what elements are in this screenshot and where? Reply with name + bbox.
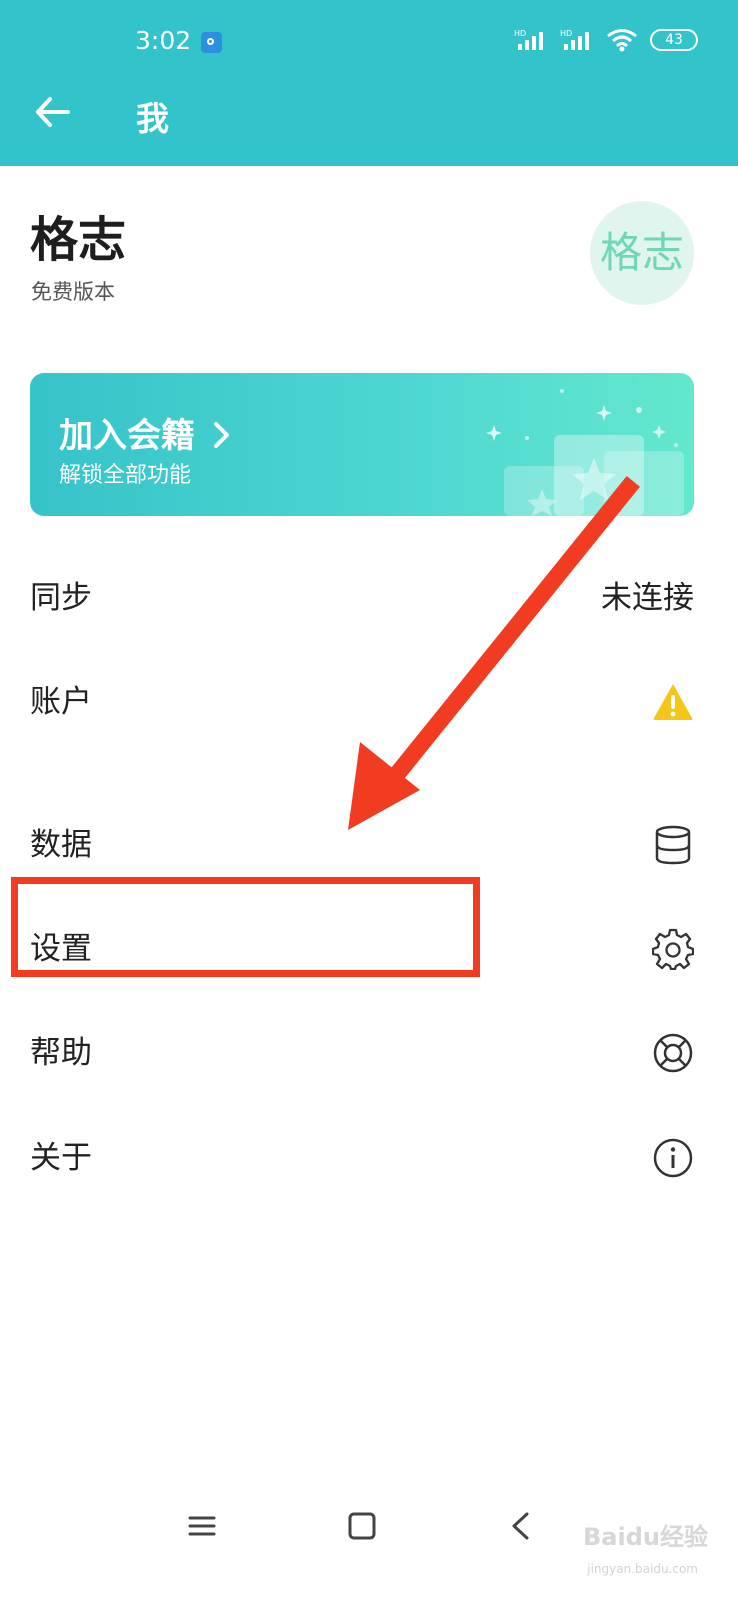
info-icon	[653, 1138, 693, 1178]
menu-item-help[interactable]: 帮助	[30, 1023, 694, 1083]
profile-plan: 免费版本	[31, 280, 115, 304]
watermark-url: jingyan.baidu.com	[587, 1562, 698, 1576]
sync-status: 未连接	[601, 580, 694, 616]
top-bar: 3:02 HD HD 43 我	[0, 0, 738, 166]
membership-title-text: 加入会籍	[59, 416, 195, 456]
gear-icon	[652, 928, 694, 970]
membership-title: 加入会籍	[59, 408, 233, 457]
annotation-highlight-box	[11, 877, 480, 977]
chevron-right-icon	[213, 422, 229, 448]
database-icon	[655, 825, 691, 865]
status-indicators: HD HD 43	[514, 28, 698, 52]
avatar[interactable]: 格志	[590, 201, 694, 305]
signal-hd-label: HD	[514, 29, 526, 38]
menu-item-label: 帮助	[30, 1035, 92, 1071]
profile-name: 格志	[30, 212, 127, 268]
signal-icon: HD	[560, 29, 589, 50]
lifebuoy-icon	[653, 1033, 693, 1073]
menu-item-label: 同步	[30, 580, 92, 616]
status-time: 3:02	[135, 26, 192, 55]
signal-icon: HD	[514, 29, 543, 50]
menu-item-about[interactable]: 关于	[30, 1128, 694, 1188]
membership-subtitle: 解锁全部功能	[59, 463, 192, 488]
back-arrow-icon[interactable]	[30, 90, 74, 134]
membership-banner[interactable]: 加入会籍 解锁全部功能	[30, 373, 694, 516]
membership-illustration	[486, 389, 684, 516]
menu-item-label: 数据	[30, 827, 92, 863]
watermark-logo: Baidu经验	[583, 1523, 708, 1551]
wifi-icon	[607, 29, 637, 52]
menu-icon[interactable]	[182, 1506, 222, 1546]
menu-item-label: 账户	[30, 684, 92, 720]
back-icon[interactable]	[502, 1506, 542, 1546]
home-icon[interactable]	[342, 1506, 382, 1546]
signal-hd-label: HD	[560, 29, 572, 38]
page-title: 我	[136, 99, 169, 138]
menu-item-sync[interactable]: 同步 未连接	[30, 568, 694, 628]
menu-item-account[interactable]: 账户	[30, 672, 694, 732]
menu-item-label: 关于	[30, 1140, 92, 1176]
warning-icon	[653, 684, 693, 720]
menu-item-data[interactable]: 数据	[30, 815, 694, 875]
notification-app-icon	[201, 32, 222, 53]
battery-indicator: 43	[650, 29, 698, 51]
